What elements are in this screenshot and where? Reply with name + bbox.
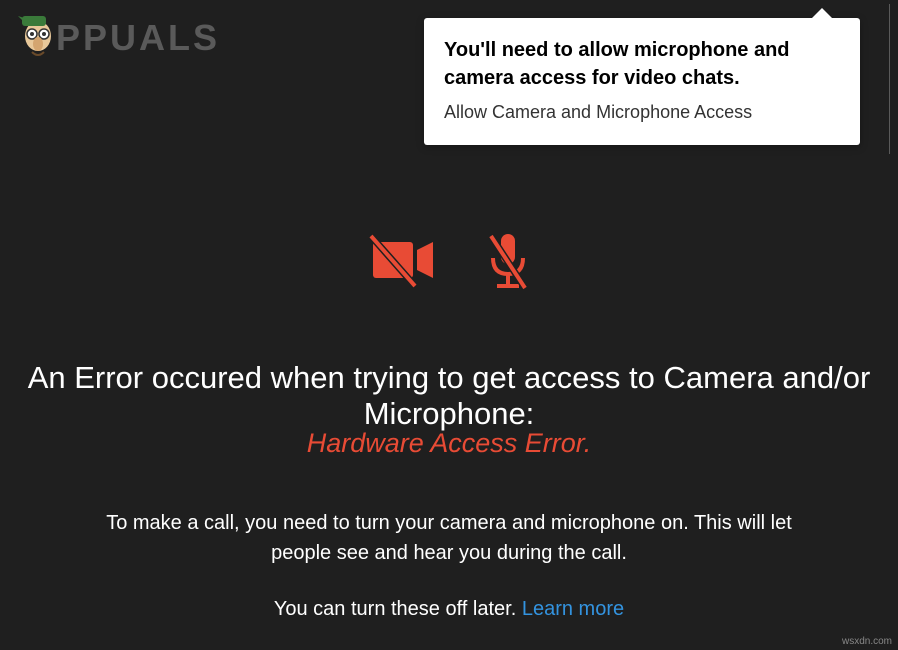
learn-more-link[interactable]: Learn more xyxy=(522,598,624,620)
later-text: You can turn these off later. xyxy=(274,598,522,620)
microphone-off-icon xyxy=(485,232,531,299)
vertical-divider xyxy=(889,4,890,154)
info-text: To make a call, you need to turn your ca… xyxy=(0,508,898,568)
popover-subtitle[interactable]: Allow Camera and Microphone Access xyxy=(444,102,840,123)
permission-popover: You'll need to allow microphone and came… xyxy=(424,18,860,145)
logo-text: PPUALS xyxy=(56,17,220,59)
watermark: wsxdn.com xyxy=(842,636,892,647)
camera-off-icon xyxy=(367,232,437,299)
later-row: You can turn these off later. Learn more xyxy=(0,598,898,621)
error-type: Hardware Access Error. xyxy=(0,428,898,459)
appuals-logo: PPUALS xyxy=(12,14,220,62)
error-heading: An Error occured when trying to get acce… xyxy=(0,360,898,432)
popover-title: You'll need to allow microphone and came… xyxy=(444,36,840,92)
device-icons-row xyxy=(0,232,898,299)
logo-mascot-icon xyxy=(12,14,62,62)
